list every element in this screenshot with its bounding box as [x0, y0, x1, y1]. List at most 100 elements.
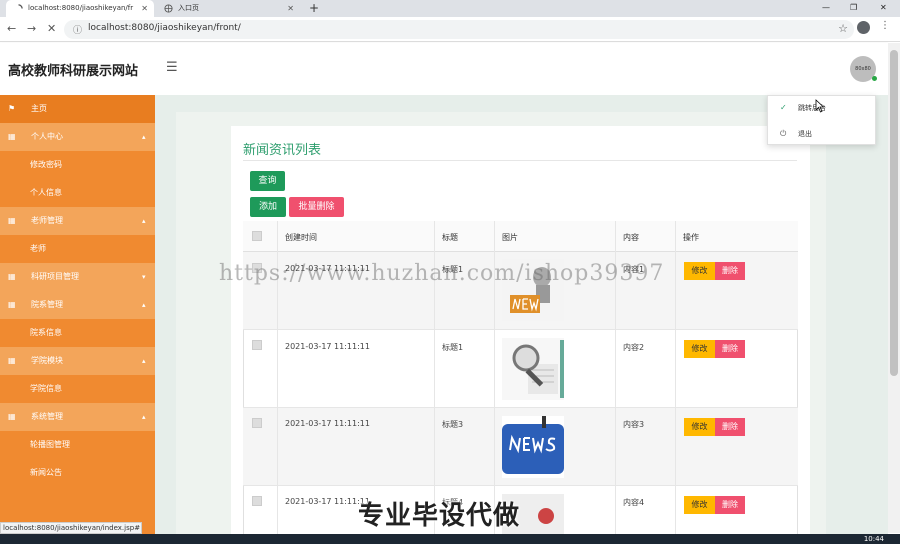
delete-button[interactable]: 删除 — [715, 262, 745, 280]
news-image — [502, 338, 564, 400]
sidebar-group-system[interactable]: ▦ 系统管理 ▴ — [0, 403, 155, 431]
online-status-icon — [872, 76, 877, 81]
sidebar-item-label: 修改密码 — [30, 160, 62, 169]
sidebar-item-label: 轮播图管理 — [30, 440, 70, 449]
delete-button[interactable]: 删除 — [715, 418, 745, 436]
restore-icon[interactable]: ❐ — [850, 0, 857, 15]
row-checkbox[interactable] — [252, 340, 262, 350]
power-icon: ⏻ — [780, 129, 787, 138]
edit-button[interactable]: 修改 — [684, 262, 715, 280]
sidebar-item-department-info[interactable]: 院系信息 — [0, 319, 155, 347]
sidebar-item-label: 老师管理 — [31, 216, 63, 225]
browser-tab[interactable]: 入口页 ✕ — [156, 0, 300, 17]
tab-title: 入口页 — [178, 4, 199, 12]
sidebar-item-label: 个人中心 — [31, 132, 63, 141]
page-header: 高校教师科研展示网站 ☰ 80x80 — [0, 43, 888, 95]
address-text: localhost:8080/jiaoshikeyan/front/ — [88, 23, 241, 33]
edit-button[interactable]: 修改 — [684, 496, 715, 514]
browser-tab-active[interactable]: localhost:8080/jiaoshikeyan/fr ✕ — [6, 0, 154, 17]
edit-button[interactable]: 修改 — [684, 340, 715, 358]
grid-icon: ▦ — [8, 272, 16, 281]
column-header: 标题 — [442, 233, 458, 242]
forward-icon[interactable]: → — [27, 21, 36, 37]
minimize-icon[interactable]: — — [822, 0, 830, 15]
query-button[interactable]: 查询 — [250, 171, 285, 191]
select-all-checkbox[interactable] — [252, 231, 262, 241]
news-content: 内容4 — [623, 498, 645, 507]
sidebar-item-news[interactable]: 新闻公告 — [0, 459, 155, 487]
chevron-down-icon: ▾ — [142, 273, 146, 281]
sidebar-item-label: 院系管理 — [31, 300, 63, 309]
delete-button[interactable]: 删除 — [715, 496, 745, 514]
sidebar-item-label: 主页 — [31, 104, 47, 113]
chevron-up-icon: ▴ — [142, 301, 146, 309]
table-header — [243, 221, 798, 252]
grid-icon: ▦ — [8, 356, 16, 365]
watermark-url: https://www.huzhan.com/ishop39397 — [219, 261, 665, 286]
site-title: 高校教师科研展示网站 — [8, 64, 139, 79]
grid-icon: ▦ — [8, 216, 16, 225]
sidebar-item-label: 学院信息 — [30, 384, 62, 393]
stop-icon[interactable]: ✕ — [47, 21, 56, 37]
edit-button[interactable]: 修改 — [684, 418, 715, 436]
created-time: 2021-03-17 11:11:11 — [285, 419, 370, 428]
sidebar-item-teacher[interactable]: 老师 — [0, 235, 155, 263]
sidebar-item-label: 科研项目管理 — [31, 272, 79, 281]
dropdown-item-label: 退出 — [798, 130, 812, 138]
window-close-icon[interactable]: ✕ — [880, 0, 887, 15]
globe-icon — [164, 4, 173, 13]
sidebar: ⚑ 主页 ▦ 个人中心 ▴ 修改密码 个人信息 ▦ 老师管理 ▴ 老师 ▦ 科研… — [0, 95, 155, 544]
news-image — [502, 416, 564, 478]
check-icon: ✓ — [780, 103, 787, 112]
row-checkbox[interactable] — [252, 496, 262, 506]
dropdown-item-logout[interactable]: ⏻ 退出 — [768, 122, 877, 146]
chevron-up-icon: ▴ — [142, 217, 146, 225]
sidebar-item-label: 老师 — [30, 244, 46, 253]
sidebar-item-home[interactable]: ⚑ 主页 — [0, 95, 155, 123]
news-content: 内容2 — [623, 343, 645, 352]
news-title: 标题3 — [442, 420, 464, 429]
sidebar-item-label: 院系信息 — [30, 328, 62, 337]
sidebar-group-departments[interactable]: ▦ 院系管理 ▴ — [0, 291, 155, 319]
news-title: 标题1 — [442, 343, 464, 352]
sidebar-group-personal[interactable]: ▦ 个人中心 ▴ — [0, 123, 155, 151]
info-icon[interactable]: ⓘ — [73, 23, 82, 36]
sidebar-group-projects[interactable]: ▦ 科研项目管理 ▾ — [0, 263, 155, 291]
column-header: 图片 — [502, 233, 518, 242]
loading-icon — [18, 4, 23, 9]
close-tab-icon[interactable]: ✕ — [287, 0, 294, 17]
bookmark-star-icon[interactable]: ☆ — [838, 22, 848, 35]
chevron-up-icon: ▴ — [142, 413, 146, 421]
sidebar-group-college[interactable]: ▦ 学院模块 ▴ — [0, 347, 155, 375]
chevron-up-icon: ▴ — [142, 133, 146, 141]
scrollbar-thumb[interactable] — [890, 50, 898, 376]
sidebar-item-label: 系统管理 — [31, 412, 63, 421]
taskbar-clock: 10:44 — [863, 535, 884, 543]
row-checkbox[interactable] — [252, 418, 262, 428]
sidebar-item-profile[interactable]: 个人信息 — [0, 179, 155, 207]
browser-toolbar: ← → ✕ ⓘ localhost:8080/jiaoshikeyan/fron… — [0, 17, 900, 42]
created-time: 2021-03-17 11:11:11 — [285, 342, 370, 351]
sidebar-item-label: 新闻公告 — [30, 468, 62, 477]
address-bar[interactable]: ⓘ localhost:8080/jiaoshikeyan/front/ ☆ — [64, 20, 854, 39]
tab-title: localhost:8080/jiaoshikeyan/fr — [28, 4, 134, 12]
sidebar-item-password[interactable]: 修改密码 — [0, 151, 155, 179]
delete-button[interactable]: 删除 — [715, 340, 745, 358]
profile-icon[interactable] — [857, 21, 870, 34]
watermark-text: 专业毕设代做 — [358, 501, 521, 531]
status-bar: localhost:8080/jiaoshikeyan/index.jsp# — [0, 522, 142, 534]
page-title: 新闻资讯列表 — [243, 143, 322, 158]
sidebar-item-college-info[interactable]: 学院信息 — [0, 375, 155, 403]
sidebar-item-carousel[interactable]: 轮播图管理 — [0, 431, 155, 459]
back-icon[interactable]: ← — [7, 21, 16, 37]
menu-toggle-icon[interactable]: ☰ — [166, 60, 178, 75]
divider — [243, 160, 797, 161]
add-button[interactable]: 添加 — [250, 197, 286, 217]
close-tab-icon[interactable]: ✕ — [141, 0, 148, 17]
new-tab-icon[interactable]: + — [309, 0, 319, 16]
column-header: 操作 — [683, 233, 699, 242]
sidebar-group-teachers[interactable]: ▦ 老师管理 ▴ — [0, 207, 155, 235]
batch-delete-button[interactable]: 批量删除 — [289, 197, 344, 217]
sidebar-item-label: 学院模块 — [31, 356, 63, 365]
browser-menu-icon[interactable]: ⋮ — [880, 20, 890, 31]
